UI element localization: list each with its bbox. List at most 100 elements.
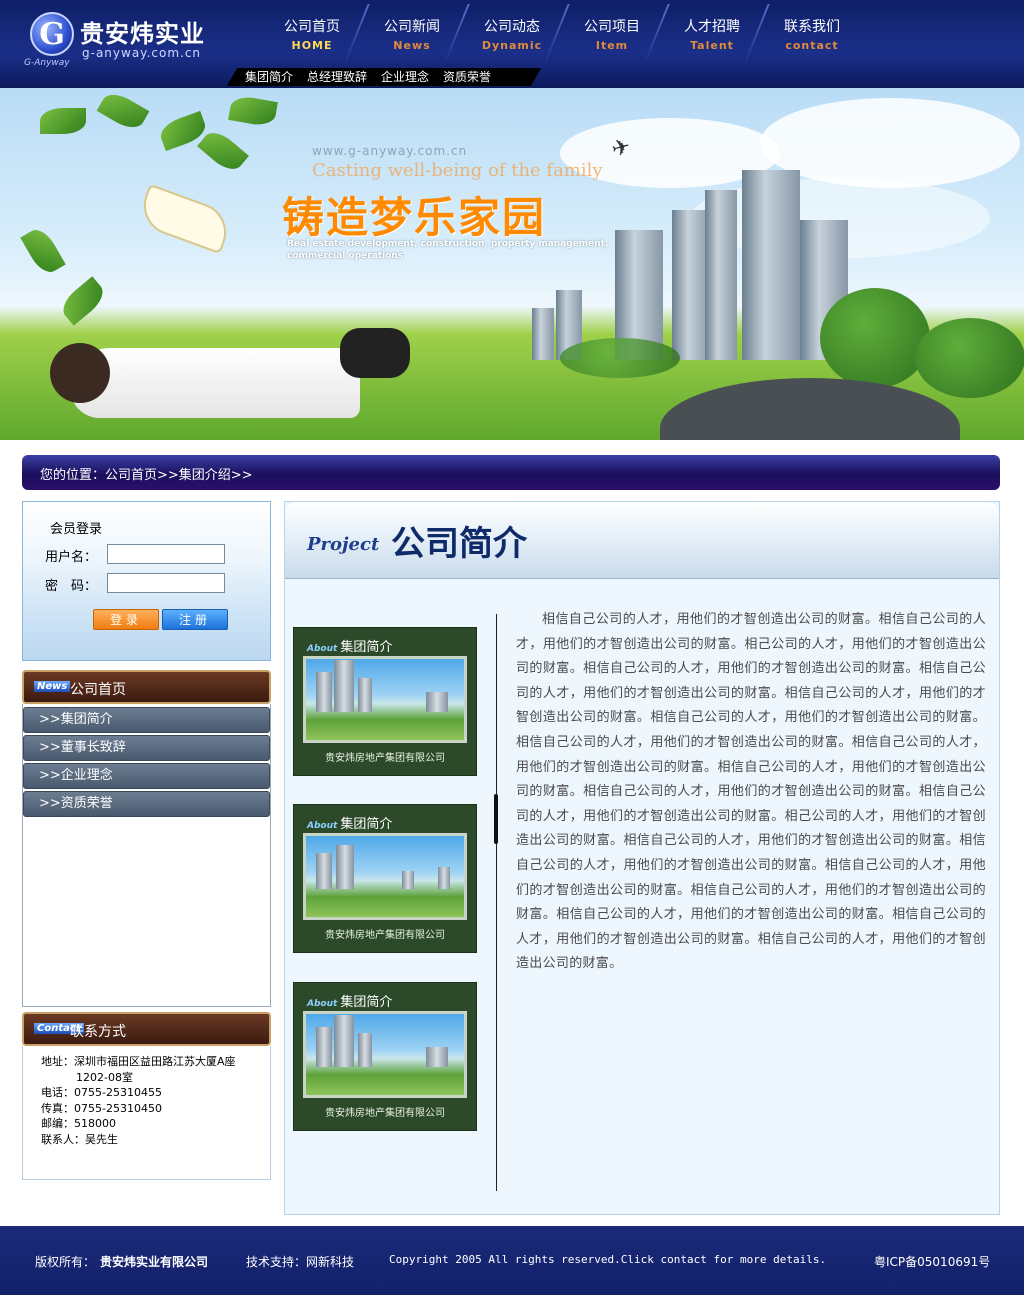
reading-girl <box>40 308 420 418</box>
leaf <box>197 126 249 176</box>
subnav: 集团简介 总经理致辞 企业理念 资质荣誉 <box>245 68 491 86</box>
leaf <box>228 94 278 128</box>
nav-contact[interactable]: 联系我们 contact <box>762 0 862 62</box>
card-company-name: 贵安炜房地产集团有限公司 <box>325 753 445 764</box>
leaf <box>40 108 86 134</box>
building <box>316 1027 332 1067</box>
book <box>135 183 235 255</box>
main-header: Project 公司简介 <box>285 502 999 579</box>
building <box>742 170 800 360</box>
subnav-item-philosophy[interactable]: 企业理念 <box>381 68 429 86</box>
contact-fax: 传真：0755-25310450 <box>41 1101 162 1115</box>
subnav-item-speech[interactable]: 总经理致辞 <box>307 68 367 86</box>
building <box>358 678 372 712</box>
card-company-name: 贵安炜房地产集团有限公司 <box>325 930 445 941</box>
main-nav: 公司首页 HOME 公司新闻 News 公司动态 Dynamic 公司项目 Item 人… <box>262 0 862 62</box>
subnav-item-intro[interactable]: 集团简介 <box>245 68 293 86</box>
about-card[interactable]: About 集团简介 贵安炜房地产集团有限公司 <box>293 982 477 1131</box>
site-header: G 贵安炜实业 g-anyway.com.cn G-Anyway 公司首页 HOM… <box>0 0 1024 88</box>
side-menu-item-honors[interactable]: >>资质荣誉 <box>23 791 270 817</box>
road <box>660 378 960 440</box>
building <box>334 660 354 712</box>
building <box>402 871 414 889</box>
news-box-title: 公司首页 <box>70 682 126 698</box>
card-tag: About <box>307 999 338 1009</box>
news-tag: News <box>34 681 71 692</box>
main-content: Project 公司简介 About 集团简介 贵安炜房地产集团有限公司 Abou… <box>284 501 1000 1215</box>
username-input[interactable] <box>107 544 225 564</box>
about-card[interactable]: About 集团简介 贵安炜房地产集团有限公司 <box>293 627 477 776</box>
about-card[interactable]: About 集团简介 贵安炜房地产集团有限公司 <box>293 804 477 953</box>
login-panel: 会员登录 用户名： 密 码： 登录 注册 <box>22 501 271 661</box>
building <box>334 1015 354 1067</box>
footer-support: 技术支持：网新科技 <box>246 1255 355 1269</box>
card-tag: About <box>307 821 338 831</box>
building <box>358 1033 372 1067</box>
card-tag: About <box>307 644 338 654</box>
side-menu: >>集团简介 >>董事长致辞 >>企业理念 >>资质荣誉 <box>22 704 271 1007</box>
contact-info: 地址：深圳市福田区益田路江苏大厦A座 1202-08室 电话：0755-2531… <box>22 1046 271 1180</box>
contact-box-header: Contact 联系方式 <box>22 1012 271 1046</box>
card-caption-text: 集团简介 <box>340 995 393 1010</box>
logo-url: g-anyway.com.cn <box>82 46 202 60</box>
card-company-name: 贵安炜房地产集团有限公司 <box>325 1108 445 1119</box>
subnav-item-honors[interactable]: 资质荣誉 <box>443 68 491 86</box>
building <box>316 672 332 712</box>
contact-address-line2: 1202-08室 <box>76 1070 133 1084</box>
nav-label: 公司新闻 <box>384 19 440 35</box>
banner-description: Real estate development, construction, p… <box>287 239 609 261</box>
hero-banner: ✈ www.g-anyway.com.cn Casting well-being… <box>0 88 1024 440</box>
nav-en-label: HOME <box>291 39 333 52</box>
card-image <box>303 1011 467 1098</box>
tree <box>820 288 930 388</box>
footer-company: 贵安炜实业有限公司 <box>100 1255 209 1269</box>
banner-url: www.g-anyway.com.cn <box>312 144 468 158</box>
tree <box>915 318 1024 398</box>
username-label: 用户名： <box>45 550 98 565</box>
girl-leg <box>340 328 410 378</box>
card-image <box>303 656 467 743</box>
building <box>532 308 554 360</box>
footer-copyright-label: 版权所有： <box>35 1255 96 1269</box>
building <box>426 692 448 712</box>
logo-title: 贵安炜实业 <box>80 20 205 48</box>
nav-en-label: Dynamic <box>481 39 543 52</box>
building <box>426 1047 448 1067</box>
site-footer: 版权所有： 贵安炜实业有限公司 技术支持：网新科技 Copyright 2005… <box>0 1226 1024 1295</box>
banner-slogan-cn: 铸造梦乐家园 <box>282 193 547 242</box>
contact-box-title: 联系方式 <box>70 1024 126 1040</box>
logo-g-icon: G <box>30 12 74 56</box>
password-input[interactable] <box>107 573 225 593</box>
logo-subtitle: G-Anyway <box>24 58 70 68</box>
site-logo[interactable]: G 贵安炜实业 g-anyway.com.cn G-Anyway <box>22 8 232 68</box>
nav-en-label: Talent <box>690 39 734 52</box>
nav-label: 人才招聘 <box>684 19 740 35</box>
building <box>336 845 354 889</box>
nav-label: 公司首页 <box>284 19 340 35</box>
content-divider <box>494 614 498 1191</box>
girl-body <box>70 348 360 418</box>
footer-icp[interactable]: 粤ICP备05010691号 <box>874 1253 990 1270</box>
main-title-en: Project <box>307 534 380 555</box>
contact-address: 地址：深圳市福田区益田路江苏大厦A座 <box>41 1055 236 1068</box>
building <box>316 853 332 889</box>
company-intro-text: 相信自己公司的人才，用他们的才智创造出公司的财富。相信自己公司的人才，用他们的才… <box>516 612 986 972</box>
login-button[interactable]: 登录 <box>93 609 159 630</box>
register-button[interactable]: 注册 <box>162 609 228 630</box>
side-menu-item-philosophy[interactable]: >>企业理念 <box>23 763 270 789</box>
contact-person: 联系人：吴先生 <box>41 1132 118 1146</box>
breadcrumb-text[interactable]: 您的位置：公司首页>>集团介绍>> <box>40 464 253 483</box>
girl-head <box>50 343 110 403</box>
card-caption: About 集团简介 <box>307 636 392 655</box>
card-image <box>303 833 467 920</box>
nav-en-label: Item <box>595 39 629 52</box>
building <box>705 190 737 360</box>
nav-en-label: contact <box>785 39 839 52</box>
nav-en-label: News <box>393 39 431 52</box>
side-menu-item-intro[interactable]: >>集团简介 <box>23 707 270 733</box>
side-menu-item-speech[interactable]: >>董事长致辞 <box>23 735 270 761</box>
card-caption-text: 集团简介 <box>340 817 393 832</box>
leaf <box>20 224 66 278</box>
contact-phone: 电话：0755-25310455 <box>41 1086 162 1099</box>
main-title: 公司简介 <box>391 524 527 564</box>
